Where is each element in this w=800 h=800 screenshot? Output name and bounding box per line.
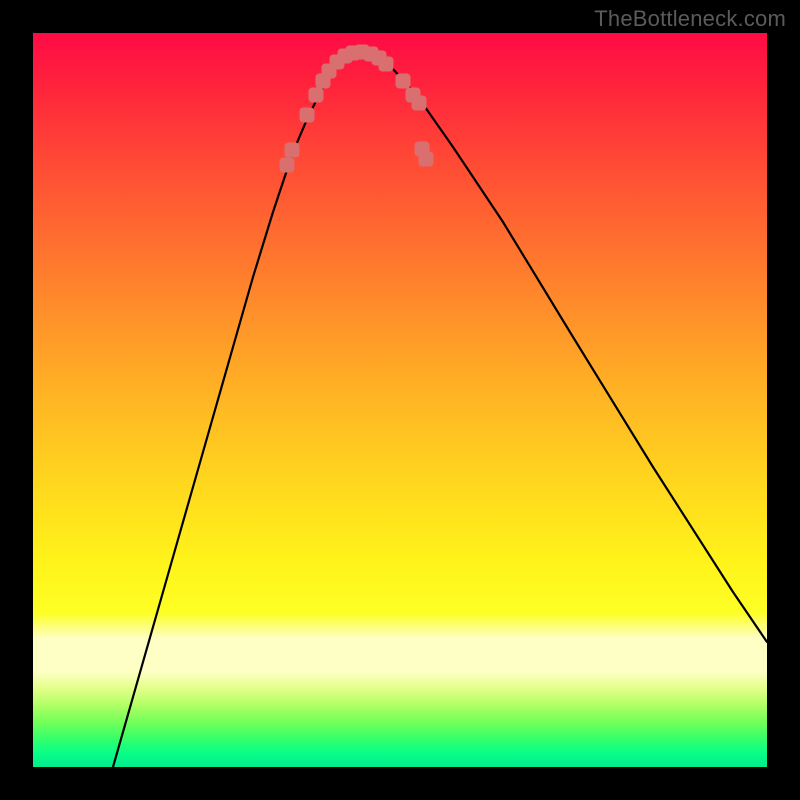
curve-marker [379, 57, 394, 72]
curve-marker [309, 88, 324, 103]
watermark-text: TheBottleneck.com [594, 6, 786, 32]
curve-marker [396, 74, 411, 89]
curve-markers [280, 45, 434, 173]
bottleneck-curve [113, 53, 767, 767]
bottleneck-curve-svg [33, 33, 767, 767]
chart-frame: TheBottleneck.com [0, 0, 800, 800]
plot-area [33, 33, 767, 767]
curve-marker [285, 143, 300, 158]
curve-marker [300, 108, 315, 123]
curve-marker [412, 96, 427, 111]
curve-marker [419, 152, 434, 167]
curve-marker [280, 158, 295, 173]
